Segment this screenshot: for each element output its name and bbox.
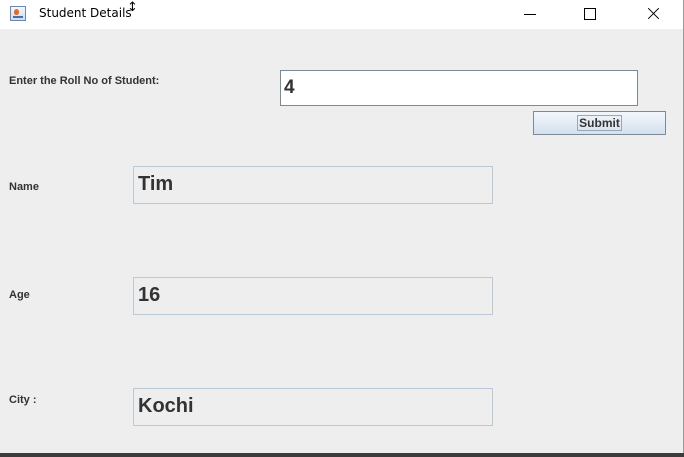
- age-label: Age: [9, 289, 30, 301]
- name-field[interactable]: Tim: [133, 166, 493, 204]
- java-app-icon: [10, 6, 26, 21]
- student-details-window: Student Details ↕ Enter the Roll No of S…: [0, 0, 684, 453]
- roll-no-label: Enter the Roll No of Student:: [9, 75, 160, 87]
- city-field[interactable]: Kochi: [133, 388, 493, 426]
- city-label: City :: [9, 394, 37, 406]
- age-field[interactable]: 16: [133, 277, 493, 315]
- title-bar[interactable]: Student Details ↕: [0, 0, 683, 29]
- name-label: Name: [9, 181, 39, 193]
- submit-button-label: Submit: [577, 115, 622, 131]
- close-button[interactable]: [630, 0, 676, 29]
- minimize-button[interactable]: [507, 0, 553, 29]
- window-title: Student Details: [39, 6, 132, 20]
- roll-no-input[interactable]: 4: [280, 70, 638, 106]
- resize-cursor-icon: ↕: [127, 0, 138, 15]
- submit-button[interactable]: Submit: [533, 111, 666, 135]
- maximize-button[interactable]: [567, 0, 613, 29]
